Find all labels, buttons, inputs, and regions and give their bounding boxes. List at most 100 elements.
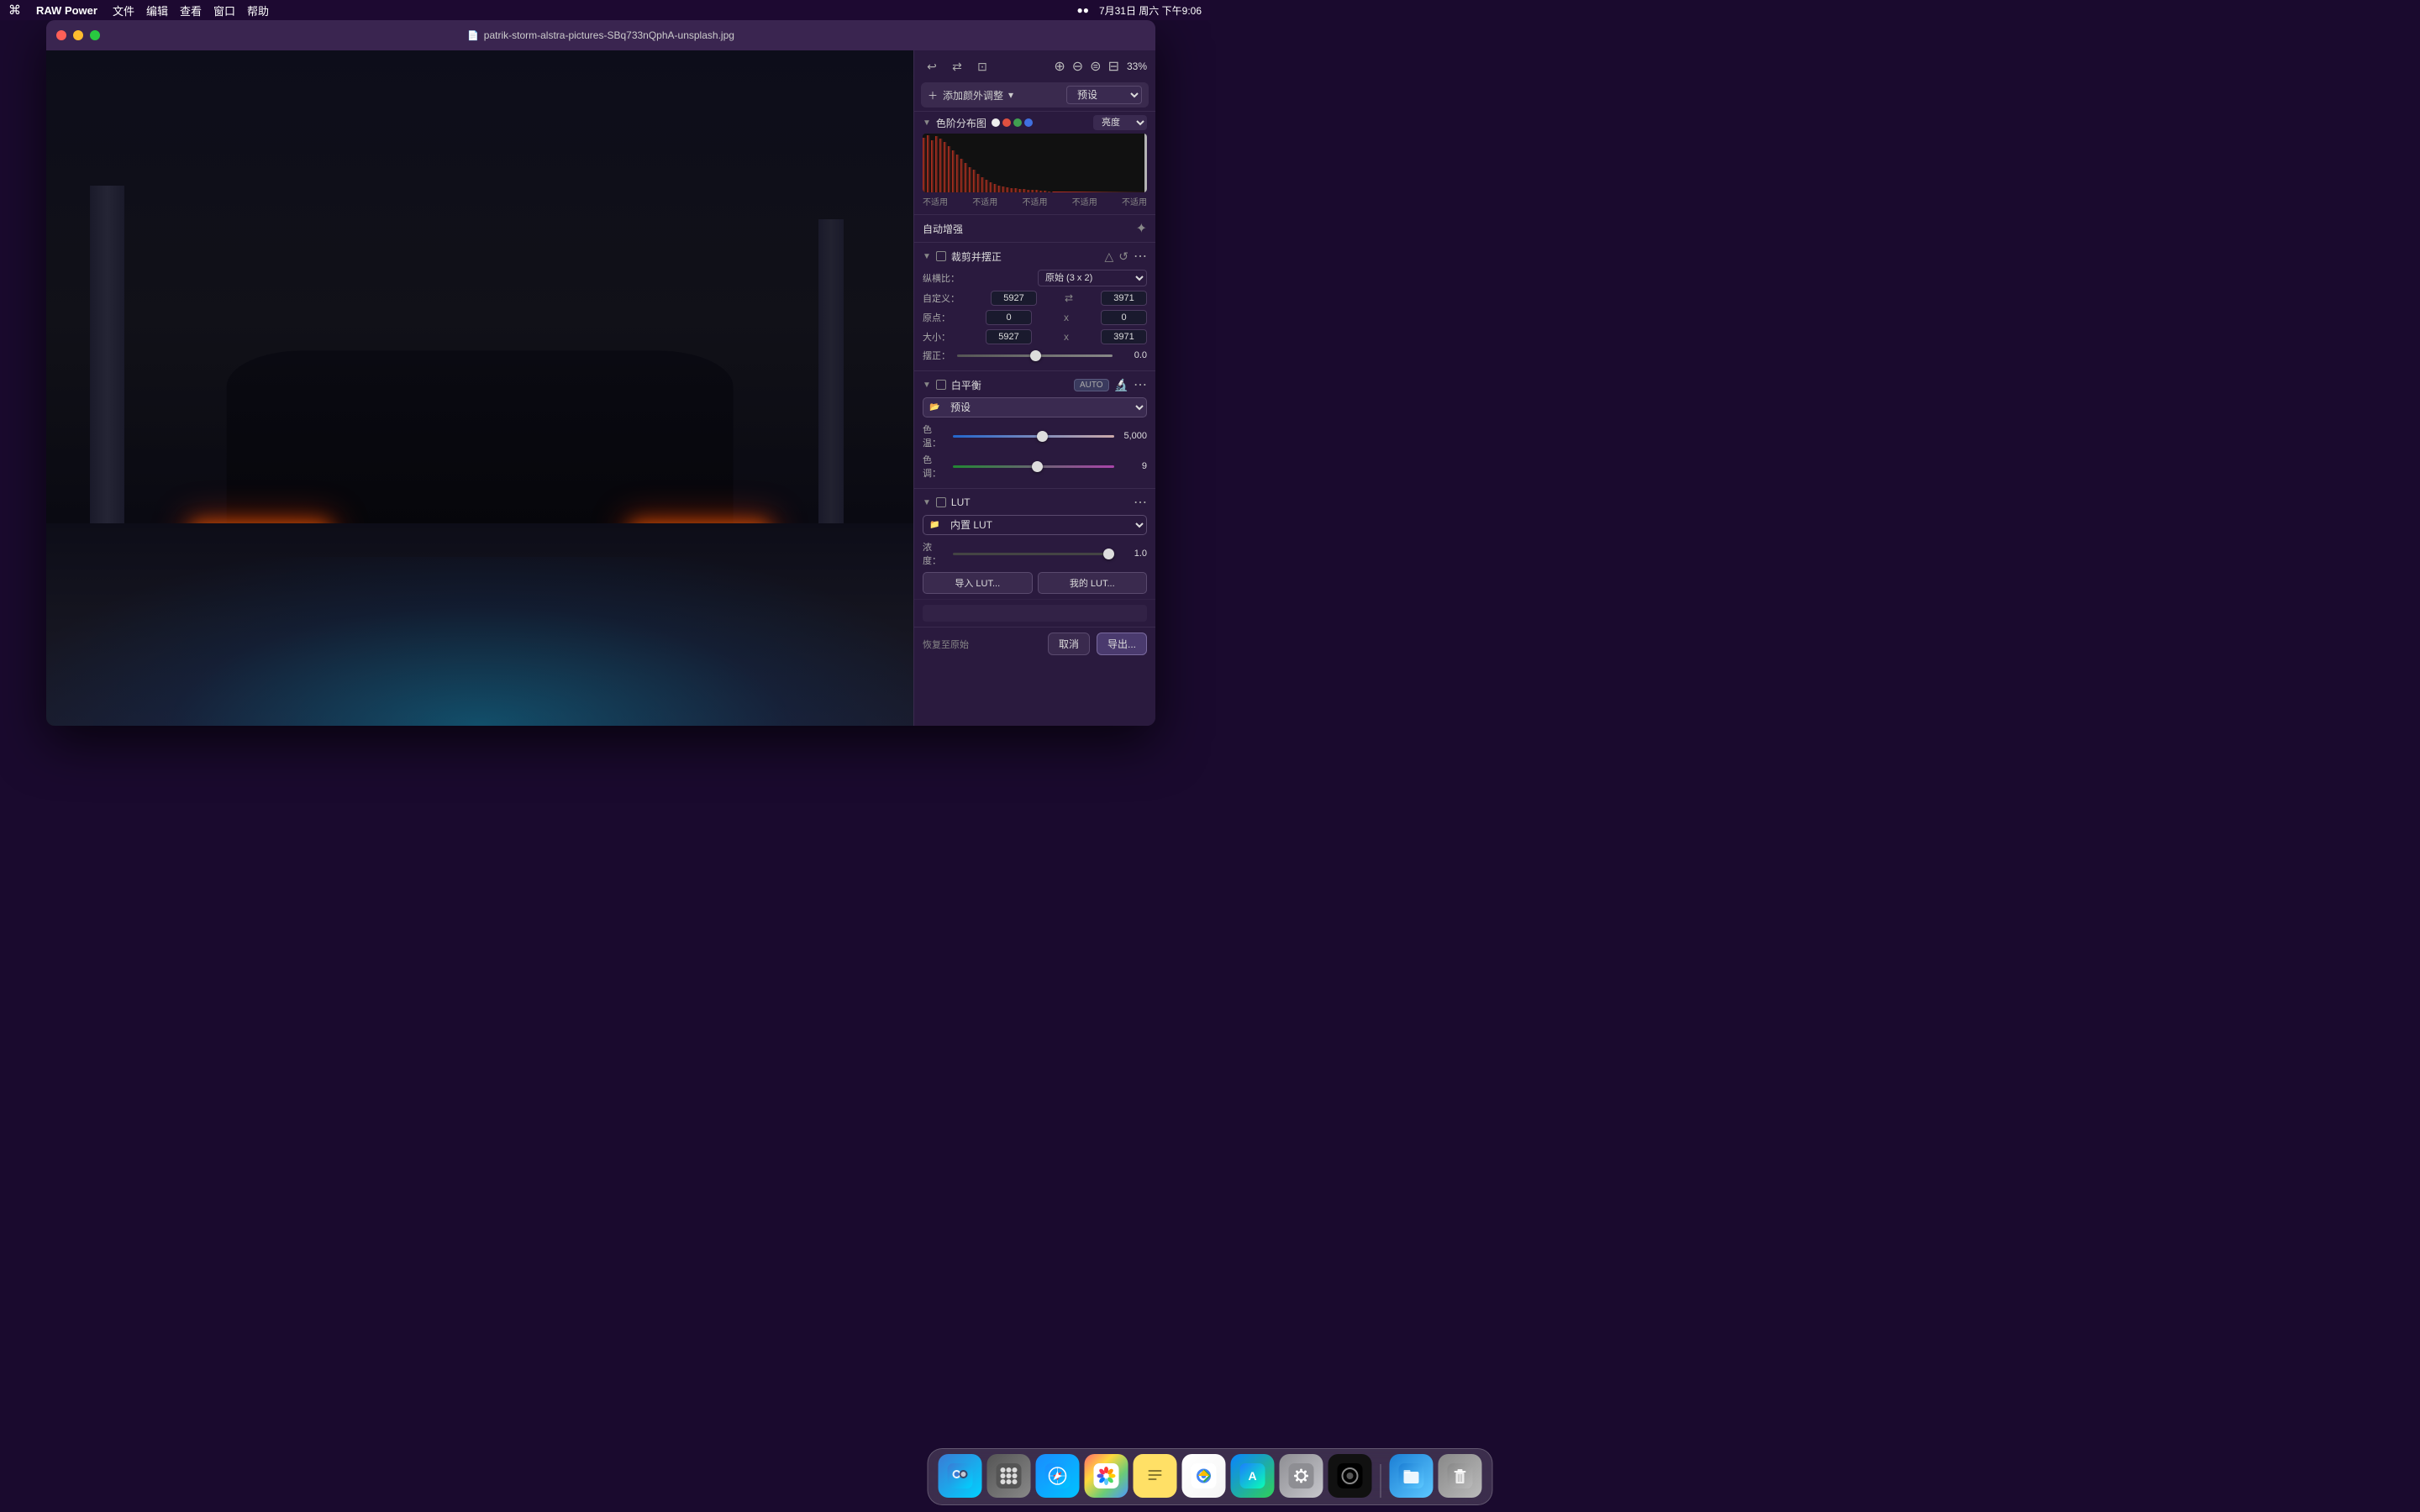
bottom-bar: 恢复至原始 取消 导出...	[914, 627, 1155, 660]
histogram-svg	[923, 134, 1147, 192]
lut-collapse[interactable]: ▼	[923, 498, 931, 507]
straighten-slider-thumb[interactable]	[1030, 350, 1041, 361]
wb-more-icon[interactable]: ⋯	[1134, 376, 1147, 393]
lut-import-button[interactable]: 导入 LUT...	[923, 572, 1033, 594]
wb-eyedropper-icon[interactable]: 🔬	[1114, 378, 1128, 392]
lut-my-button[interactable]: 我的 LUT...	[1038, 572, 1148, 594]
close-button[interactable]	[56, 30, 66, 40]
add-adjustment-dropdown[interactable]: ＋ 添加颜外调整 ▾	[928, 88, 1013, 102]
maximize-button[interactable]	[90, 30, 100, 40]
tint-row: 色调： 9	[923, 453, 1147, 480]
auto-enhance-button[interactable]: ✦	[1136, 220, 1147, 237]
dock-item-screenium[interactable]	[1328, 1454, 1372, 1498]
zoom-out-button[interactable]: ⊖	[1070, 58, 1086, 75]
dock-item-notes[interactable]	[1134, 1454, 1177, 1498]
zoom-fit-button[interactable]: ⊜	[1087, 58, 1103, 75]
temp-slider-thumb[interactable]	[1037, 431, 1048, 442]
temp-slider[interactable]	[953, 435, 1114, 438]
straighten-label: 摆正：	[923, 349, 952, 362]
menu-help[interactable]: 帮助	[247, 3, 269, 18]
crop-actions: △ ↺ ⋯	[1104, 248, 1147, 265]
tint-slider[interactable]	[953, 465, 1114, 468]
compare-icon[interactable]: ⇄	[948, 57, 966, 76]
menu-file[interactable]: 文件	[113, 3, 134, 18]
crop-triangle-icon[interactable]: △	[1104, 249, 1113, 264]
menu-edit[interactable]: 编辑	[146, 3, 168, 18]
lut-intensity-slider[interactable]	[953, 553, 1114, 555]
lut-buttons: 导入 LUT... 我的 LUT...	[923, 572, 1147, 594]
aspect-ratio-label: 纵横比：	[923, 271, 960, 285]
hist-dot-blue[interactable]	[1024, 118, 1033, 127]
lut-checkbox[interactable]	[936, 497, 946, 507]
menubar-extra-1: ●●	[1076, 4, 1089, 16]
size-width-input[interactable]	[986, 329, 1032, 344]
add-adj-icon: ＋	[928, 88, 938, 102]
histogram-channel-select[interactable]: 亮度	[1093, 115, 1147, 130]
image-area[interactable]: STORM	[46, 50, 913, 726]
lut-intensity-thumb[interactable]	[1103, 549, 1114, 559]
safari-icon	[1045, 1463, 1071, 1488]
lut-intensity-row: 浓度： 1.0	[923, 540, 1147, 567]
crop-more-icon[interactable]: ⋯	[1134, 248, 1147, 265]
straighten-slider-track[interactable]	[957, 354, 1113, 357]
preset-dropdown[interactable]: 预设	[1066, 86, 1142, 104]
wb-dropdown-wrap: 📂 预设	[923, 397, 1147, 417]
dock-item-trash[interactable]	[1439, 1454, 1482, 1498]
lut-more-icon[interactable]: ⋯	[1134, 494, 1147, 511]
wb-preset-dropdown[interactable]: 预设	[923, 397, 1147, 417]
crop-title: 裁剪并摆正	[951, 249, 1002, 264]
custom-label: 自定义：	[923, 291, 960, 305]
wb-checkbox[interactable]	[936, 380, 946, 390]
aspect-ratio-dropdown[interactable]: 原始 (3 x 2)	[1038, 270, 1147, 286]
custom-row: 自定义： ⇄	[923, 291, 1147, 306]
menu-window[interactable]: 窗口	[213, 3, 235, 18]
wb-auto-badge[interactable]: AUTO	[1074, 379, 1109, 391]
hist-dot-white[interactable]	[992, 118, 1000, 127]
custom-width-input[interactable]	[991, 291, 1037, 306]
zoom-in-button[interactable]: ⊕	[1051, 58, 1067, 75]
size-x-icon: x	[1064, 331, 1069, 343]
histogram-collapse[interactable]: ▼	[923, 118, 931, 128]
crop-collapse[interactable]: ▼	[923, 252, 931, 261]
temp-label: 色温：	[923, 423, 950, 449]
origin-y-input[interactable]	[1101, 310, 1147, 325]
app-name[interactable]: RAW Power	[36, 4, 97, 17]
cancel-button[interactable]: 取消	[1048, 633, 1090, 655]
apple-menu[interactable]: ⌘	[8, 3, 21, 18]
crop-reset-icon[interactable]: ↺	[1118, 249, 1128, 264]
dock-item-launchpad[interactable]	[987, 1454, 1031, 1498]
size-height-input[interactable]	[1101, 329, 1147, 344]
dock-item-safari[interactable]	[1036, 1454, 1080, 1498]
menu-view[interactable]: 查看	[180, 3, 202, 18]
dock-item-photos[interactable]	[1085, 1454, 1128, 1498]
zoom-controls: ⊕ ⊖ ⊜ ⊟ 33%	[1051, 58, 1147, 75]
dock-item-finder[interactable]	[939, 1454, 982, 1498]
custom-height-input[interactable]	[1101, 291, 1147, 306]
fullscreen-icon[interactable]: ⊡	[973, 57, 992, 76]
traffic-lights	[56, 30, 100, 40]
dock-item-settings[interactable]	[1280, 1454, 1323, 1498]
tint-slider-thumb[interactable]	[1032, 461, 1043, 472]
zoom-100-button[interactable]: ⊟	[1106, 58, 1122, 75]
dock-item-appstore[interactable]: A	[1231, 1454, 1275, 1498]
export-button[interactable]: 导出...	[1097, 633, 1147, 655]
dock-item-files[interactable]	[1390, 1454, 1434, 1498]
lut-preset-dropdown[interactable]: 内置 LUT	[923, 515, 1147, 535]
origin-x-input[interactable]	[986, 310, 1032, 325]
minimize-button[interactable]	[73, 30, 83, 40]
hist-dot-red[interactable]	[1002, 118, 1011, 127]
link-icon: ⇄	[1065, 292, 1073, 304]
lut-header: ▼ LUT ⋯	[923, 494, 1147, 511]
crop-section: ▼ 裁剪并摆正 △ ↺ ⋯ 纵横比： 原始 (3 x 2)	[914, 242, 1155, 370]
restore-label[interactable]: 恢复至原始	[923, 638, 969, 651]
straighten-value: 0.0	[1118, 350, 1147, 360]
hist-dot-green[interactable]	[1013, 118, 1022, 127]
dock-item-chrome[interactable]	[1182, 1454, 1226, 1498]
toolbar-icons: ↩ ⇄ ⊡	[923, 57, 992, 76]
history-back-icon[interactable]: ↩	[923, 57, 941, 76]
photos-icon	[1094, 1463, 1119, 1488]
wb-collapse[interactable]: ▼	[923, 381, 931, 390]
histogram-section: ▼ 色阶分布图 亮度	[914, 111, 1155, 214]
wb-title: 白平衡	[951, 378, 981, 392]
crop-checkbox[interactable]	[936, 251, 946, 261]
